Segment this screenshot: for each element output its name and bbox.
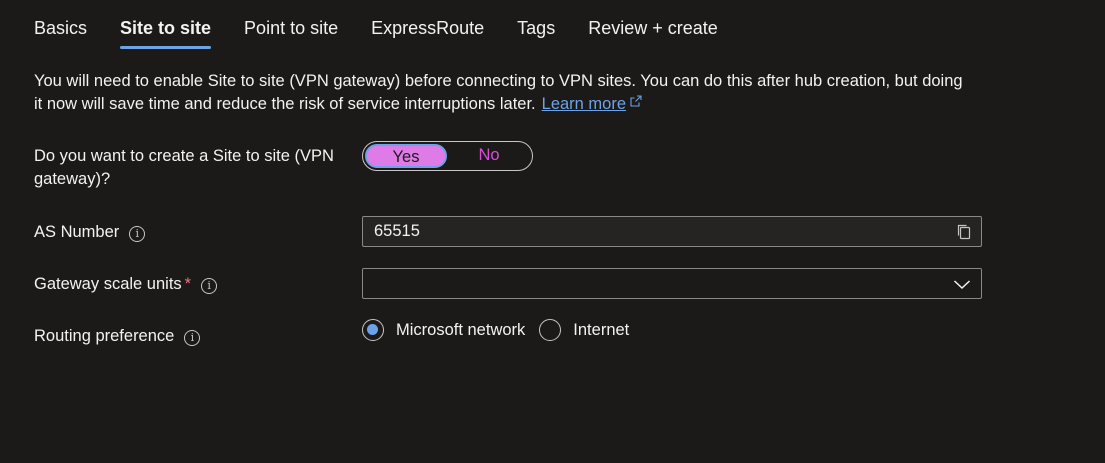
tab-review-create[interactable]: Review + create — [588, 18, 718, 49]
gateway-scale-units-dropdown[interactable] — [362, 268, 982, 299]
radio-unchecked-icon[interactable] — [539, 319, 562, 341]
as-number-value: 65515 — [374, 222, 420, 240]
routing-preference-radio-group: Microsoft network Internet — [362, 319, 643, 341]
tab-tags[interactable]: Tags — [517, 18, 555, 49]
required-marker: * — [184, 275, 192, 293]
as-number-label-row: AS Number i — [34, 221, 146, 244]
tab-bar: Basics Site to site Point to site Expres… — [34, 18, 751, 58]
toggle-yes-option[interactable]: Yes — [365, 144, 447, 168]
radio-microsoft-network-label: Microsoft network — [396, 320, 526, 339]
info-icon[interactable]: i — [184, 330, 201, 346]
copy-icon[interactable] — [955, 223, 973, 241]
as-number-field[interactable]: 65515 — [362, 216, 982, 247]
radio-microsoft-network[interactable]: Microsoft network — [362, 319, 525, 341]
routing-preference-label-row: Routing preference i — [34, 325, 201, 348]
tab-expressroute[interactable]: ExpressRoute — [371, 18, 484, 49]
tab-point-to-site[interactable]: Point to site — [244, 18, 338, 49]
info-message: You will need to enable Site to site (VP… — [34, 70, 974, 116]
info-text: You will need to enable Site to site (VP… — [34, 72, 963, 113]
radio-internet[interactable]: Internet — [539, 319, 629, 341]
create-s2s-label: Do you want to create a Site to site (VP… — [34, 147, 334, 188]
gateway-scale-units-label-row: Gateway scale units * i — [34, 273, 218, 296]
create-s2s-toggle[interactable]: Yes No — [362, 141, 533, 171]
chevron-down-icon — [953, 280, 971, 290]
radio-checked-icon[interactable] — [362, 319, 384, 341]
tab-site-to-site[interactable]: Site to site — [120, 18, 212, 49]
info-icon[interactable]: i — [129, 226, 146, 242]
external-link-icon — [630, 95, 642, 107]
learn-more-link[interactable]: Learn more — [542, 95, 626, 113]
as-number-label: AS Number — [34, 223, 120, 241]
page: Basics Site to site Point to site Expres… — [0, 0, 1105, 463]
tab-basics[interactable]: Basics — [34, 18, 87, 49]
gateway-scale-units-label: Gateway scale units — [34, 275, 182, 293]
toggle-no-option[interactable]: No — [447, 144, 531, 168]
info-icon[interactable]: i — [201, 278, 218, 294]
radio-internet-label: Internet — [573, 320, 630, 339]
routing-preference-label: Routing preference — [34, 327, 175, 345]
